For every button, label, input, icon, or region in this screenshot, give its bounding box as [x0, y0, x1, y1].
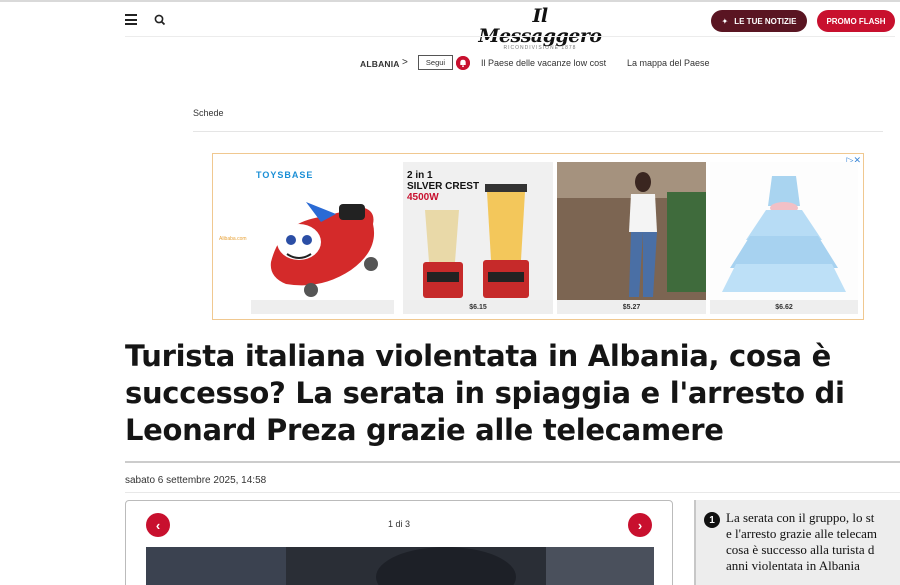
- ad-price-2: $6.15: [403, 300, 553, 314]
- article-date: sabato 6 settembre 2025, 14:58: [125, 475, 267, 486]
- header-divider: [125, 36, 895, 37]
- ad-card-jeans[interactable]: $5.27: [557, 162, 706, 314]
- article-headline: Turista italiana violentata in Albania, …: [125, 339, 845, 447]
- blue-dress-image: [722, 176, 846, 292]
- ad-price-1: [251, 300, 394, 314]
- section-albania-link[interactable]: ALBANIA: [360, 59, 400, 69]
- follow-button[interactable]: Segui: [418, 55, 453, 70]
- ad-price-4: $6.62: [710, 300, 858, 314]
- pin-icon: ✦: [721, 16, 729, 26]
- menu-icon[interactable]: [125, 14, 137, 25]
- headline-divider: [125, 461, 900, 463]
- ad-card-toy-plane[interactable]: TOYSBASE: [251, 162, 394, 314]
- related-number-badge: 1: [704, 512, 720, 528]
- bell-icon[interactable]: [456, 56, 470, 70]
- nav-link-vacanze[interactable]: Il Paese delle vacanze low cost: [481, 58, 606, 68]
- le-tue-notizie-label: LE TUE NOTIZIE: [734, 16, 797, 26]
- top-header: Il Messaggero RICONDIVISIONE 1878 ✦ LE T…: [0, 0, 900, 51]
- promo-flash-button[interactable]: PROMO FLASH: [817, 10, 895, 32]
- ad-banner[interactable]: ▷✕ TOYSBASE Alibaba.com 2 in 1 SILVER CR…: [212, 153, 864, 320]
- gallery-prev-button[interactable]: ‹: [146, 513, 170, 537]
- site-logo[interactable]: Il Messaggero RICONDIVISIONE 1878: [470, 6, 610, 51]
- jeans-photo-image: [557, 162, 706, 302]
- related-story-text[interactable]: La serata con il gruppo, lo st e l'arres…: [726, 510, 900, 574]
- section-nav: ALBANIA > Segui Il Paese delle vacanze l…: [0, 55, 900, 73]
- ad-card-blender[interactable]: 2 in 1 SILVER CREST 4500W $6.15: [403, 162, 553, 314]
- chevron-right-icon: >: [402, 57, 408, 68]
- ad-brand-alibaba: Alibaba.com: [219, 236, 247, 242]
- gallery-counter: 1 di 3: [388, 519, 411, 529]
- date-divider: [125, 492, 900, 493]
- le-tue-notizie-button[interactable]: ✦ LE TUE NOTIZIE: [711, 10, 807, 32]
- gallery-photo[interactable]: [146, 547, 654, 585]
- logo-text: Il Messaggero: [478, 5, 602, 47]
- related-line-2: e l'arresto grazie alle telecam: [726, 526, 878, 541]
- blender-image: [423, 184, 529, 298]
- gallery-next-button[interactable]: ›: [628, 513, 652, 537]
- schede-link[interactable]: Schede: [193, 108, 224, 118]
- related-line-4: anni violentata in Albania: [726, 558, 860, 573]
- ad-card-dress[interactable]: $6.62: [710, 162, 858, 314]
- search-icon[interactable]: [153, 13, 167, 27]
- related-line-3: cosa è successo alla turista d: [726, 542, 875, 557]
- ad-price-3: $5.27: [557, 300, 706, 314]
- schede-divider: [193, 131, 883, 132]
- nav-link-mappa[interactable]: La mappa del Paese: [627, 58, 710, 68]
- related-story-box[interactable]: 1 La serata con il gruppo, lo st e l'arr…: [694, 500, 900, 585]
- related-line-1: La serata con il gruppo, lo st: [726, 510, 875, 525]
- toy-plane-image: [270, 202, 378, 297]
- photo-gallery: ‹ 1 di 3 ›: [125, 500, 673, 585]
